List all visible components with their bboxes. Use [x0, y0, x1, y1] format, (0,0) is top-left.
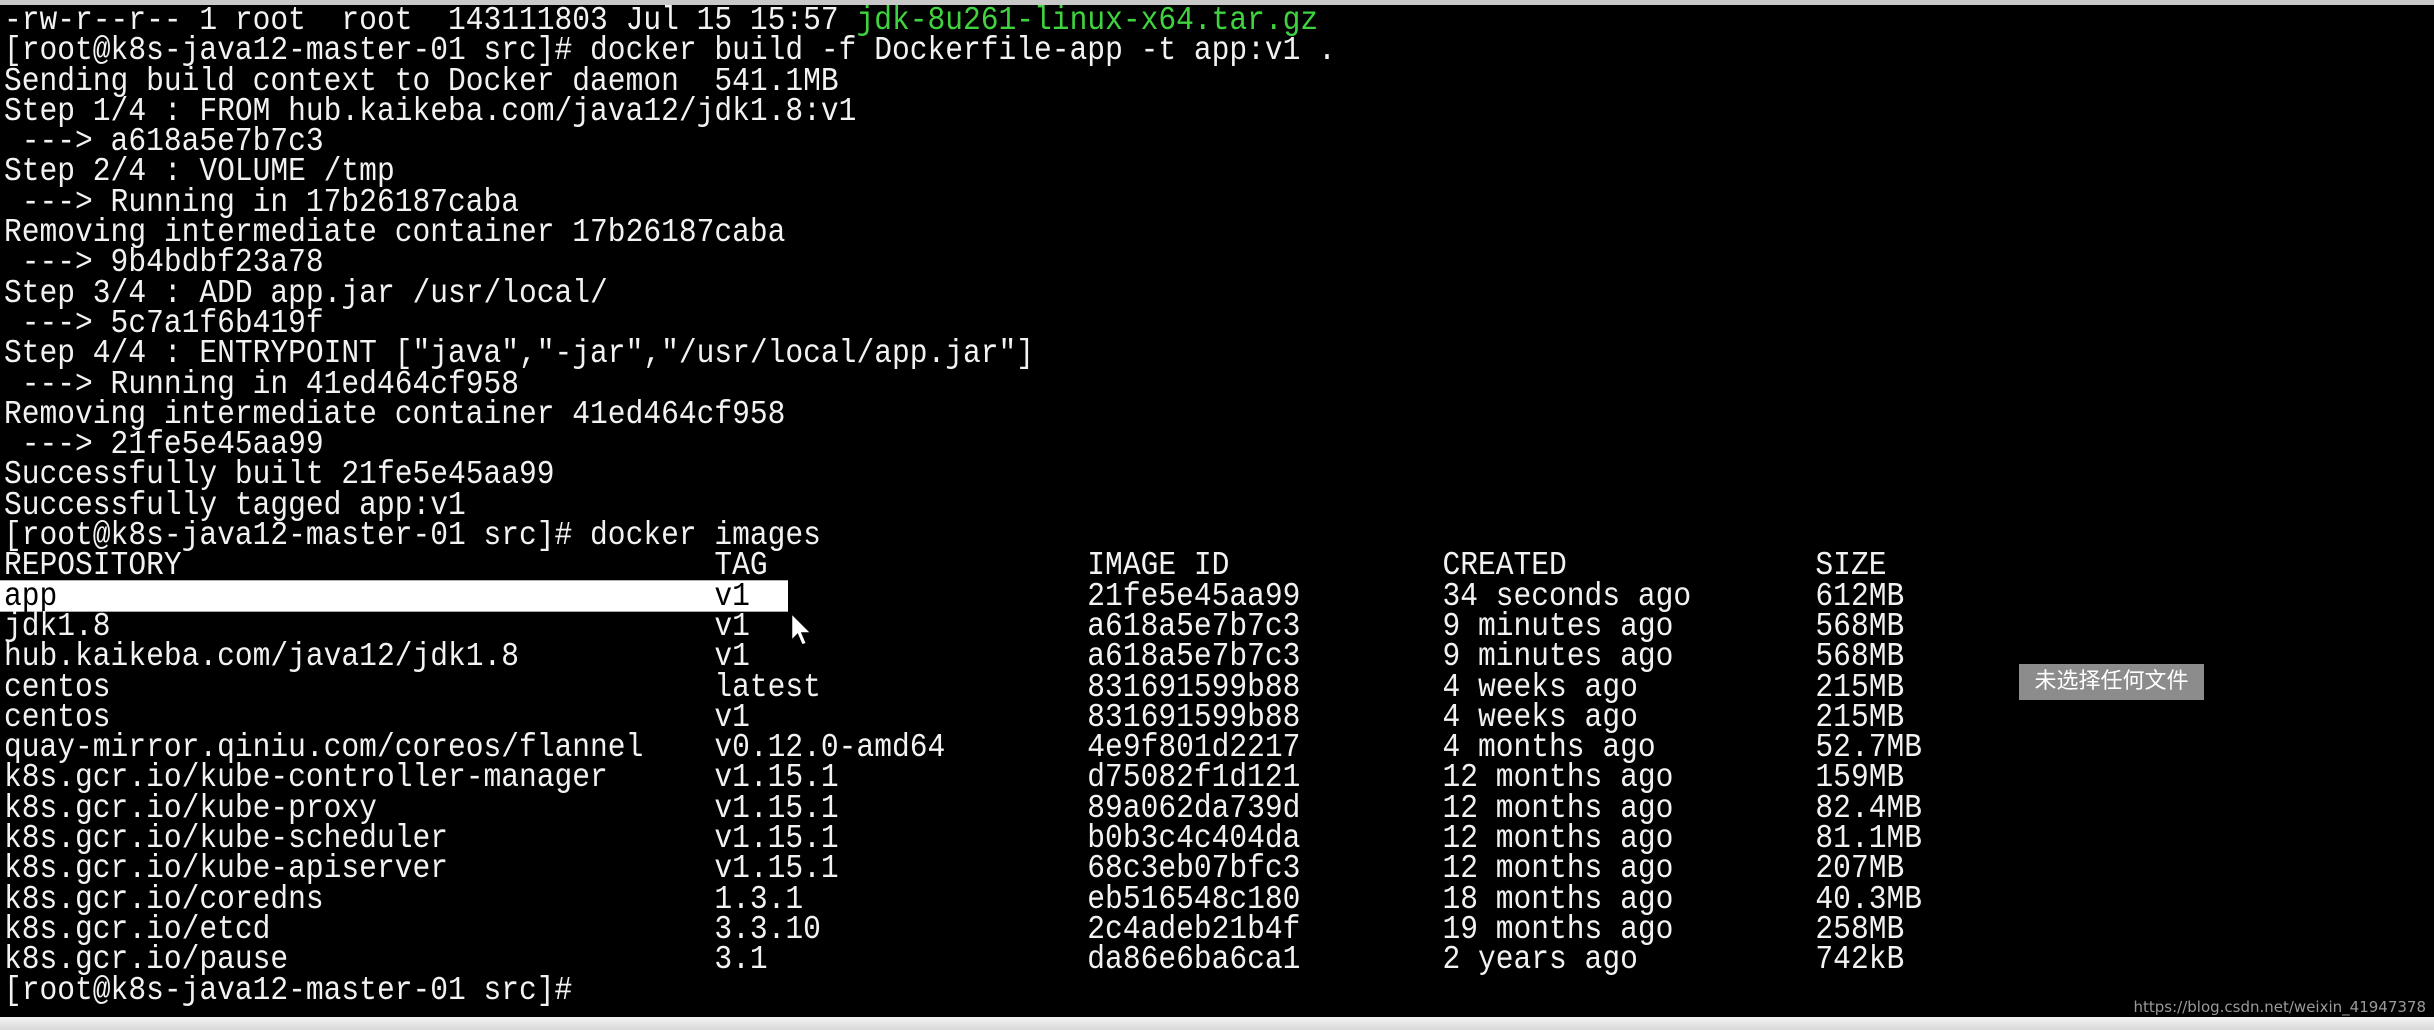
file-tooltip: 未选择任何文件 — [2019, 664, 2204, 700]
mouse-cursor-icon — [790, 612, 813, 646]
build-output: [root@k8s-java12-master-01 src]# docker … — [0, 33, 2434, 552]
terminal-line: Removing intermediate container 41ed464c… — [4, 394, 786, 433]
images-table: REPOSITORY TAG IMAGE ID CREATED SIZE app v1 21f… — [0, 548, 2434, 979]
terminal-line: Removing intermediate container 17b26187… — [4, 213, 786, 252]
prompt-line[interactable]: [root@k8s-java12-master-01 src]# — [0, 972, 2434, 1006]
watermark: https://blog.csdn.net/weixin_41947378 — [2133, 998, 2426, 1016]
cell-tag: 3.1 — [714, 940, 768, 979]
selection-highlight — [0, 579, 788, 612]
cell-image-id: da86e6ba6ca1 — [1087, 940, 1301, 979]
window-bottom-bar — [0, 1017, 2434, 1030]
cell-size: 742kB — [1815, 940, 1905, 979]
cell-created: 2 years ago — [1442, 940, 1638, 979]
terminal-line: Step 1/4 : FROM hub.kaikeba.com/java12/j… — [4, 91, 857, 130]
terminal[interactable]: -rw-r--r-- 1 root root 143111803 Jul 15 … — [0, 5, 2434, 1017]
terminal-line: Step 3/4 : ADD app.jar /usr/local/ — [4, 273, 608, 312]
